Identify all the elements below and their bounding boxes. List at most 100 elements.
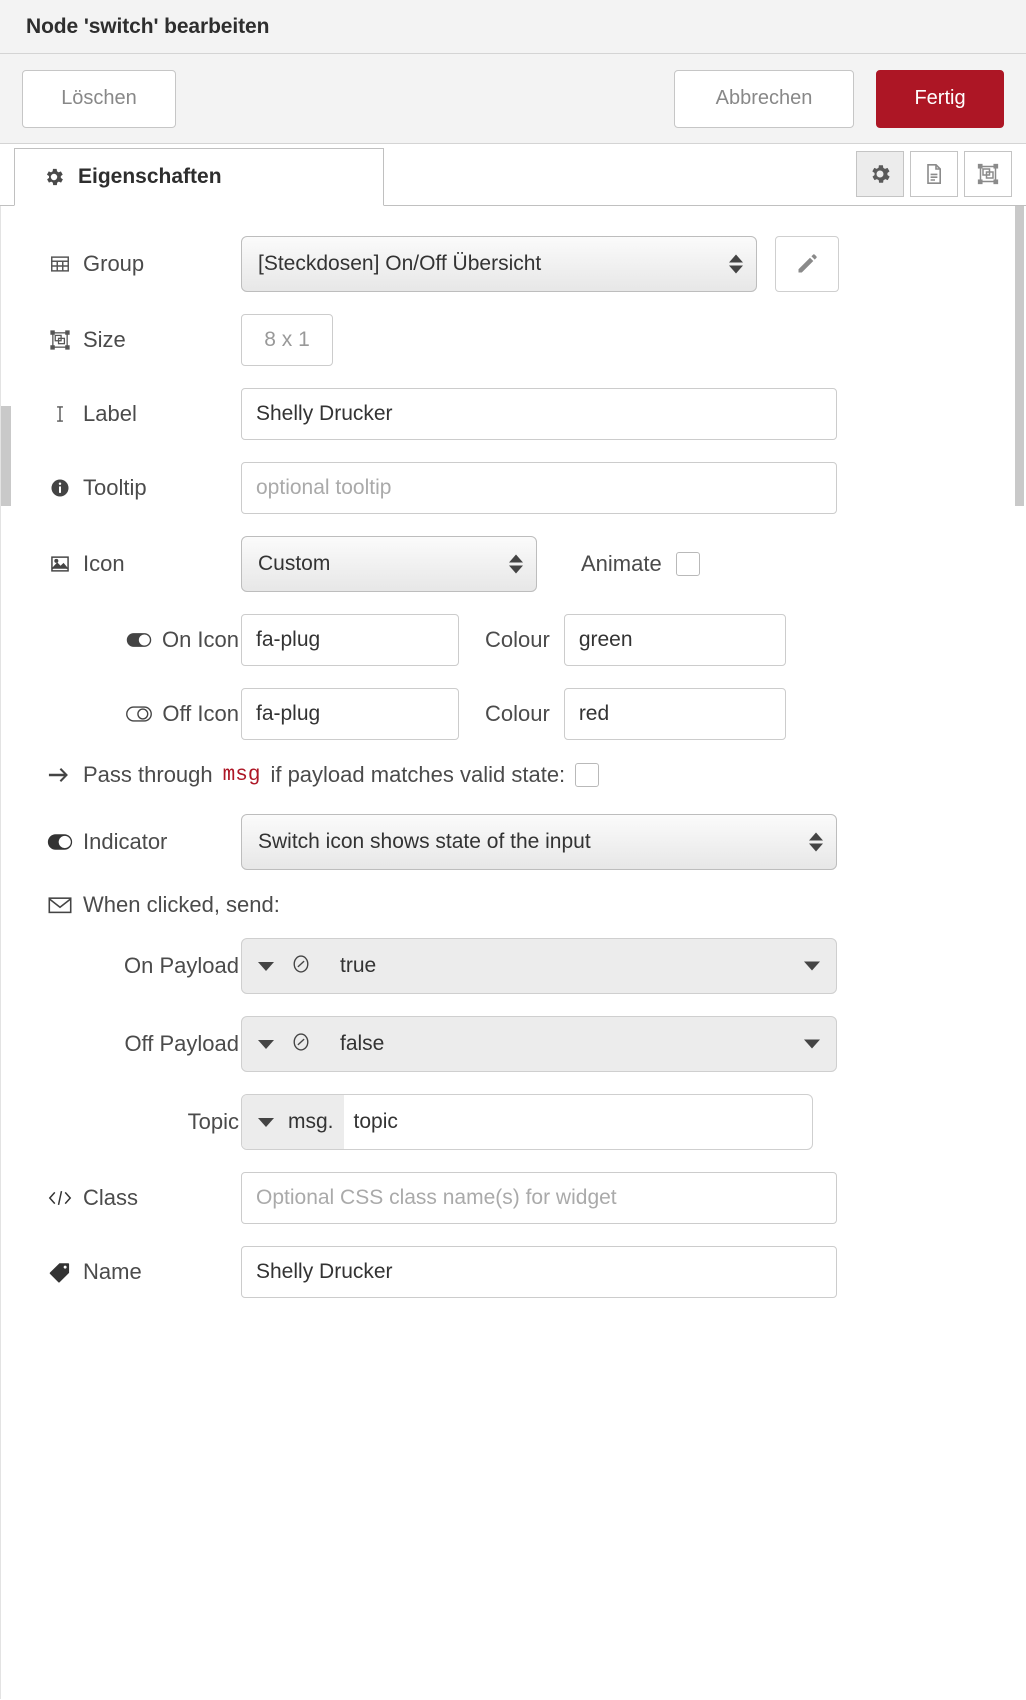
indicator-label-wrap: Indicator bbox=[47, 829, 241, 855]
field-row-tooltip: Tooltip optional tooltip bbox=[1, 462, 1026, 514]
object-group-icon bbox=[47, 329, 73, 351]
size-label: Size bbox=[83, 327, 126, 352]
topic-type-selector[interactable]: msg. bbox=[242, 1095, 344, 1149]
when-clicked-heading: When clicked, send: bbox=[1, 892, 1026, 918]
table-icon bbox=[47, 253, 73, 275]
tab-bar: Eigenschaften bbox=[0, 144, 1026, 206]
name-input[interactable]: Shelly Drucker bbox=[241, 1246, 837, 1298]
group-label: Group bbox=[83, 251, 145, 276]
topic-label: Topic bbox=[187, 1109, 239, 1134]
off-icon-colour-input[interactable]: red bbox=[563, 688, 786, 740]
passthrough-checkbox[interactable] bbox=[575, 763, 600, 787]
size-value[interactable]: 8 x 1 bbox=[241, 314, 333, 366]
right-scrollbar[interactable] bbox=[1015, 206, 1024, 1699]
toggle-off-icon bbox=[126, 704, 153, 724]
on-icon-label-wrap: On Icon bbox=[47, 627, 241, 653]
chevron-updown-icon bbox=[809, 832, 823, 852]
right-scrollbar-thumb[interactable] bbox=[1015, 206, 1024, 506]
tab-icon-group bbox=[856, 151, 1012, 197]
class-label-wrap: Class bbox=[47, 1185, 241, 1211]
topic-input[interactable]: topic bbox=[344, 1110, 812, 1134]
tab-properties[interactable]: Eigenschaften bbox=[14, 148, 384, 206]
chevron-down-icon bbox=[258, 1039, 274, 1049]
dialog-titlebar: Node 'switch' bearbeiten bbox=[0, 0, 1026, 54]
tooltip-label: Tooltip bbox=[83, 475, 147, 500]
passthrough-msg-token: msg bbox=[222, 763, 261, 787]
delete-button[interactable]: Löschen bbox=[22, 69, 176, 128]
field-row-passthrough: Pass through msg if payload matches vali… bbox=[1, 762, 1026, 788]
image-icon bbox=[47, 553, 73, 575]
topic-prefix-label: msg. bbox=[288, 1110, 334, 1133]
tag-icon bbox=[47, 1261, 73, 1283]
icon-label: Icon bbox=[83, 551, 125, 576]
off-icon-input[interactable]: fa-plug bbox=[241, 688, 459, 740]
text-cursor-icon bbox=[47, 403, 73, 425]
chevron-updown-icon bbox=[509, 554, 523, 574]
field-row-group: Group [Steckdosen] On/Off Übersicht bbox=[1, 236, 1026, 292]
off-payload-value: false bbox=[340, 1032, 385, 1055]
field-row-icon: Icon Custom Animate bbox=[1, 536, 1026, 592]
off-icon-colour-label: Colour bbox=[485, 701, 550, 726]
left-scrollbar-thumb[interactable] bbox=[1, 406, 11, 506]
tooltip-input[interactable]: optional tooltip bbox=[241, 462, 837, 514]
when-clicked-label: When clicked, send: bbox=[83, 892, 280, 917]
info-circle-icon bbox=[47, 477, 73, 499]
animate-group: Animate bbox=[581, 551, 700, 577]
off-payload-dropdown-icon[interactable] bbox=[804, 1039, 820, 1049]
edit-group-button[interactable] bbox=[775, 236, 839, 292]
field-row-on-icon: On Icon fa-plug Colour green bbox=[1, 614, 1026, 666]
on-icon-colour-input[interactable]: green bbox=[563, 614, 786, 666]
code-icon bbox=[47, 1188, 73, 1208]
indicator-select-value: Switch icon shows state of the input bbox=[258, 830, 591, 853]
field-row-topic: Topic msg. topic bbox=[1, 1094, 1026, 1150]
on-icon-colour-label: Colour bbox=[485, 627, 550, 652]
tab-icon-settings[interactable] bbox=[856, 151, 904, 197]
label-input[interactable]: Shelly Drucker bbox=[241, 388, 837, 440]
page-title: Node 'switch' bearbeiten bbox=[26, 14, 270, 38]
envelope-icon bbox=[47, 895, 73, 915]
label-label: Label bbox=[83, 401, 137, 426]
field-row-class: Class Optional CSS class name(s) for wid… bbox=[1, 1172, 1026, 1224]
passthrough-text-before: Pass through bbox=[83, 762, 213, 787]
passthrough-text-after: if payload matches valid state: bbox=[270, 762, 566, 787]
off-icon-label: Off Icon bbox=[162, 701, 239, 726]
on-icon-input[interactable]: fa-plug bbox=[241, 614, 459, 666]
done-button[interactable]: Fertig bbox=[876, 69, 1004, 128]
left-scrollbar[interactable] bbox=[1, 206, 11, 1699]
off-payload-label: Off Payload bbox=[124, 1031, 239, 1056]
on-payload-type-selector[interactable] bbox=[242, 953, 326, 980]
field-row-label: Label Shelly Drucker bbox=[1, 388, 1026, 440]
tooltip-label-wrap: Tooltip bbox=[47, 475, 241, 501]
on-payload-label: On Payload bbox=[124, 953, 239, 978]
chevron-down-icon bbox=[258, 961, 274, 971]
on-icon-label: On Icon bbox=[161, 627, 239, 652]
field-row-name: Name Shelly Drucker bbox=[1, 1246, 1026, 1298]
tab-icon-layout[interactable] bbox=[964, 151, 1012, 197]
arrow-right-icon bbox=[47, 765, 73, 785]
field-row-off-payload: Off Payload false bbox=[1, 1016, 1026, 1072]
properties-form: Group [Steckdosen] On/Off Übersicht Size… bbox=[1, 206, 1026, 1298]
on-payload-typed-input[interactable]: true bbox=[241, 938, 837, 994]
on-payload-dropdown-icon[interactable] bbox=[804, 961, 820, 971]
cancel-button[interactable]: Abbrechen bbox=[674, 69, 854, 128]
animate-label: Animate bbox=[581, 551, 662, 576]
animate-checkbox[interactable] bbox=[675, 552, 700, 576]
tab-icon-description[interactable] bbox=[910, 151, 958, 197]
label-label-wrap: Label bbox=[47, 401, 241, 427]
icon-select[interactable]: Custom bbox=[241, 536, 537, 592]
indicator-select[interactable]: Switch icon shows state of the input bbox=[241, 814, 837, 870]
group-select[interactable]: [Steckdosen] On/Off Übersicht bbox=[241, 236, 757, 292]
class-input[interactable]: Optional CSS class name(s) for widget bbox=[241, 1172, 837, 1224]
off-payload-type-selector[interactable] bbox=[242, 1031, 326, 1058]
properties-panel: Group [Steckdosen] On/Off Übersicht Size… bbox=[0, 206, 1026, 1699]
icon-select-value: Custom bbox=[258, 552, 331, 575]
class-label: Class bbox=[83, 1185, 139, 1210]
icon-label-wrap: Icon bbox=[47, 551, 241, 577]
topic-typed-input[interactable]: msg. topic bbox=[241, 1094, 813, 1150]
group-label-wrap: Group bbox=[47, 251, 241, 277]
off-payload-typed-input[interactable]: false bbox=[241, 1016, 837, 1072]
name-label: Name bbox=[83, 1259, 142, 1284]
field-row-off-icon: Off Icon fa-plug Colour red bbox=[1, 688, 1026, 740]
size-label-wrap: Size bbox=[47, 327, 241, 353]
on-payload-value: true bbox=[340, 954, 377, 977]
